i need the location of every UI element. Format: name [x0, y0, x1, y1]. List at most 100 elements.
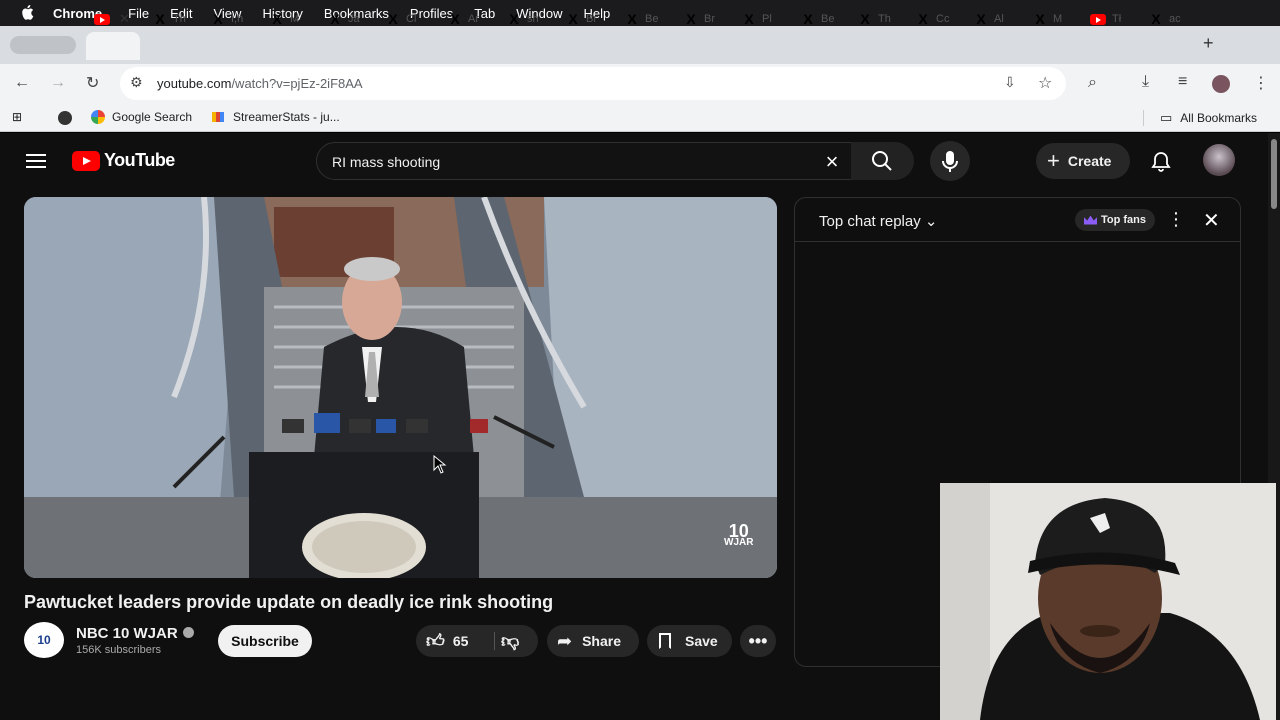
tab[interactable]: X Th	[858, 8, 891, 30]
bookmark-star-icon[interactable]: ☆	[1038, 73, 1052, 93]
tab[interactable]: X Be	[625, 8, 658, 30]
search-input[interactable]: RI mass shooting ×	[316, 142, 852, 180]
scrollbar-thumb[interactable]	[1271, 139, 1277, 209]
tab[interactable]: X Th	[153, 8, 186, 30]
like-count[interactable]: 65	[453, 633, 469, 649]
tab-label: Be	[645, 13, 659, 25]
tab[interactable]: X Ar	[448, 8, 479, 30]
chat-more-icon[interactable]: ⋮	[1167, 209, 1185, 230]
tab-label: Tł	[1112, 13, 1122, 25]
dislike-thumb-icon[interactable]: 👎︎	[501, 630, 519, 652]
site-settings-icon[interactable]: ⚙	[130, 74, 143, 91]
reload-icon[interactable]: ↻	[86, 73, 99, 93]
tab-strip	[0, 26, 1280, 64]
video-title: Pawtucket leaders provide update on dead…	[24, 592, 554, 612]
tab-label: Ar	[468, 13, 479, 25]
apps-grid-icon[interactable]: ⊞	[12, 110, 22, 124]
hamburger-menu-icon[interactable]	[26, 154, 46, 168]
tab[interactable]: Tł	[1090, 8, 1121, 30]
menu-profiles[interactable]: Profiles	[410, 6, 453, 21]
account-avatar[interactable]	[1203, 144, 1235, 176]
tab[interactable]: XM	[270, 8, 299, 30]
new-tab-plus-icon[interactable]: +	[1203, 33, 1214, 54]
tab-label: M	[1053, 13, 1063, 25]
forward-arrow-icon[interactable]: →	[50, 74, 66, 92]
x-logo-icon: X	[744, 11, 754, 27]
share-arrow-icon: ➦	[557, 630, 573, 651]
webcam-overlay	[940, 483, 1276, 720]
x-logo-icon: X	[155, 11, 165, 27]
tab[interactable]: X Ja	[328, 8, 359, 30]
apple-icon[interactable]	[19, 5, 37, 21]
tab[interactable]: X Be	[801, 8, 834, 30]
back-arrow-icon[interactable]: ←	[14, 74, 30, 92]
bookmarks-divider	[1143, 110, 1144, 126]
address-bar[interactable]: ⚙ youtube.com/watch?v=pjEz-2iF8AA ⇩ ☆	[120, 67, 1066, 100]
bookmark-save-icon	[659, 633, 671, 649]
x-logo-icon: X	[388, 11, 398, 27]
all-bookmarks-label: All Bookmarks	[1180, 111, 1257, 125]
downloads-icon[interactable]: ⤓	[1142, 73, 1149, 91]
chat-header: Top chat replay ⌄ Top fans ⋮ ✕	[795, 198, 1240, 242]
tab[interactable]: Xsh	[507, 8, 538, 30]
like-thumb-icon[interactable]: 👍︎	[426, 630, 445, 652]
close-tab-icon[interactable]: ✕	[119, 11, 130, 27]
chat-mode-label: Top chat replay	[819, 213, 921, 230]
media-controls-icon[interactable]: ≡	[1178, 73, 1187, 91]
share-label: Share	[582, 633, 622, 649]
create-button[interactable]: + Create	[1036, 143, 1130, 179]
tab-label: Br	[704, 13, 715, 25]
browser-toolbar: ← → ↻ ⚙ youtube.com/watch?v=pjEz-2iF8AA …	[0, 64, 1280, 104]
tab[interactable]: X Pl	[742, 8, 772, 30]
close-chat-icon[interactable]: ✕	[1203, 208, 1220, 233]
x-logo-icon: X	[450, 11, 460, 27]
tab[interactable]: X Br	[566, 8, 597, 30]
bookmark-streamerstats[interactable]: StreamerStats - ju...	[212, 110, 340, 124]
tab-label: M	[290, 13, 300, 25]
folder-icon: ▭	[1160, 110, 1173, 125]
search-button[interactable]	[851, 142, 914, 180]
crown-icon	[1084, 215, 1097, 225]
tab-label: Pl	[762, 13, 772, 25]
tab[interactable]: X I,h	[211, 8, 243, 30]
tab-label: Cc	[936, 13, 950, 25]
tab[interactable]: X Cc	[916, 8, 949, 30]
tab[interactable]: X Br	[684, 8, 715, 30]
x-logo-icon: X	[509, 11, 519, 27]
video-player[interactable]: 10 WJAR	[24, 197, 777, 578]
tab[interactable]: Xac	[1149, 8, 1180, 30]
tab-active-youtube[interactable]	[86, 32, 140, 60]
tab-label: Be	[821, 13, 835, 25]
chat-mode-dropdown[interactable]: Top chat replay ⌄	[819, 212, 937, 230]
all-bookmarks-button[interactable]: ▭ All Bookmarks	[1160, 110, 1257, 126]
channel-avatar[interactable]: 10	[24, 622, 64, 658]
url-text: youtube.com/watch?v=pjEz-2iF8AA	[157, 76, 363, 91]
notifications-bell-icon[interactable]	[1150, 150, 1172, 172]
x-logo-icon: X	[330, 11, 340, 27]
share-button[interactable]: ➦ Share	[547, 625, 639, 657]
subscribe-button[interactable]: Subscribe	[218, 625, 312, 657]
tab[interactable]: XM	[1033, 8, 1062, 30]
tab-youtube-active[interactable]: ✕	[94, 8, 130, 30]
clear-search-icon[interactable]: ×	[819, 149, 845, 175]
more-menu-icon[interactable]: ⋮	[1253, 73, 1269, 93]
profile-avatar[interactable]	[1212, 75, 1230, 93]
tab-label: Th	[878, 13, 891, 25]
tab[interactable]: X Cl	[386, 8, 416, 30]
tab[interactable]: X Al	[974, 8, 1003, 30]
more-actions-button[interactable]: •••	[740, 625, 776, 657]
tab-search-icon[interactable]: ⌕	[1088, 74, 1097, 92]
top-fans-button[interactable]: Top fans	[1075, 209, 1156, 231]
menu-file[interactable]: File	[128, 6, 149, 21]
globe-icon[interactable]	[58, 111, 72, 125]
google-logo-icon	[91, 110, 105, 124]
save-button[interactable]: Save	[647, 625, 732, 657]
tab-group-chip[interactable]	[10, 36, 76, 54]
microphone-icon	[942, 151, 958, 172]
channel-name[interactable]: NBC 10 WJAR	[76, 625, 194, 642]
youtube-logo[interactable]: YouTube	[72, 150, 175, 171]
voice-search-button[interactable]	[930, 141, 970, 181]
bookmark-google-search[interactable]: Google Search	[91, 110, 192, 124]
install-app-icon[interactable]: ⇩	[1004, 74, 1016, 91]
mouse-cursor-icon	[433, 455, 447, 474]
